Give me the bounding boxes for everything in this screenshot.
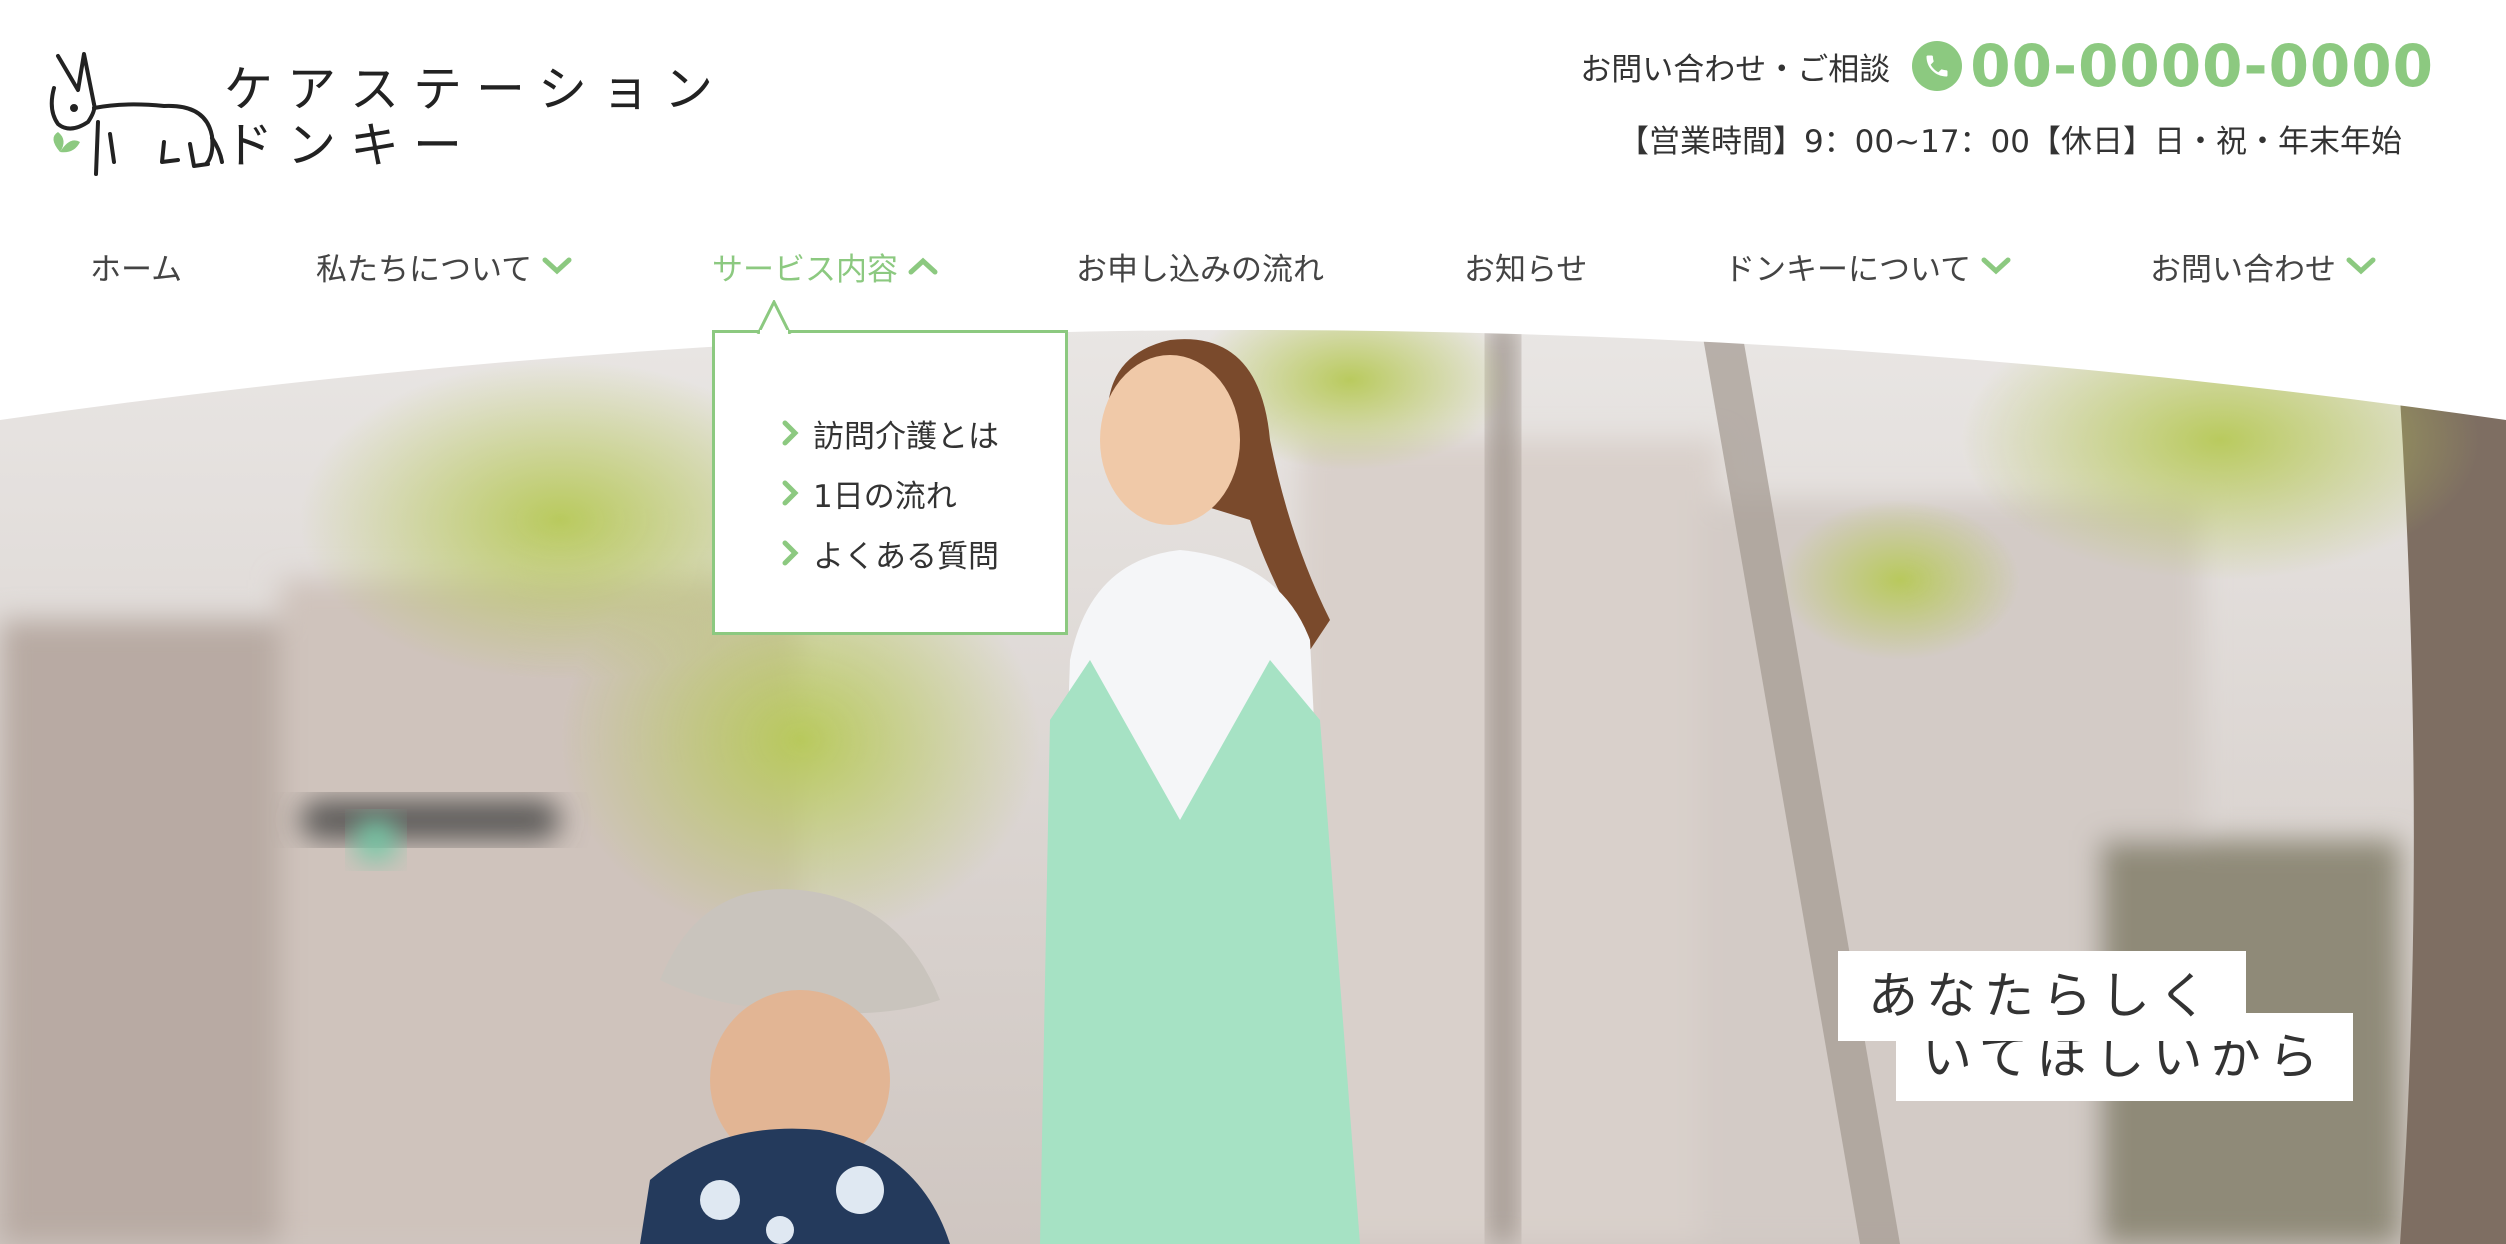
nav-item-label: お知らせ — [1464, 251, 1588, 288]
dropdown-caret — [756, 300, 792, 334]
logo-text-line2: ドンキー — [224, 117, 477, 174]
contact-row: お問い合わせ・ご相談 00-0000-0000 — [1580, 32, 2434, 100]
phone-handset-icon — [1926, 55, 1948, 77]
nav-item-application-flow[interactable]: お申し込みの流れ — [1076, 238, 1324, 294]
nav-item-label: お申し込みの流れ — [1076, 251, 1324, 288]
chevron-down-icon — [2346, 257, 2376, 275]
nav-item-about-us[interactable]: 私たちについて — [316, 238, 572, 294]
dropdown-item-label: よくある質問 — [813, 538, 999, 575]
nav-item-label: 私たちについて — [316, 251, 533, 288]
dropdown-item-home-care[interactable]: 訪問介護とは — [781, 403, 999, 463]
dropdown-item-daily-flow[interactable]: 1日の流れ — [781, 463, 999, 523]
business-hours: 【営業時間】9：00~17：00【休日】日・祝・年末年始 — [1617, 124, 2402, 160]
nav-item-home[interactable]: ホーム — [90, 238, 182, 294]
nav-item-services[interactable]: サービス内容 — [712, 238, 938, 294]
main-nav: ホーム 私たちについて サービス内容 お申し込みの流れ お知らせ ドンキーについ… — [0, 238, 2506, 294]
logo-text-line1: ケアステーション — [224, 61, 728, 118]
nav-item-news[interactable]: お知らせ — [1464, 238, 1587, 294]
nav-item-contact[interactable]: お問い合わせ — [2150, 238, 2376, 294]
dropdown-list: 訪問介護とは 1日の流れ よくある質問 — [781, 403, 999, 583]
chevron-up-icon — [908, 257, 938, 275]
contact-label: お問い合わせ・ご相談 — [1580, 51, 1891, 88]
dropdown-item-faq[interactable]: よくある質問 — [781, 523, 999, 583]
donkey-logo-icon — [49, 52, 224, 176]
dropdown-item-label: 1日の流れ — [813, 478, 957, 515]
chevron-right-icon — [782, 480, 799, 506]
nav-item-label: サービス内容 — [712, 251, 898, 288]
site-logo[interactable]: ケアステーション ドンキー — [44, 38, 713, 183]
phone-number-link[interactable]: 00-0000-0000 — [1970, 32, 2434, 100]
chevron-right-icon — [782, 420, 799, 446]
chevron-right-icon — [782, 540, 799, 566]
nav-item-label: ホーム — [90, 251, 183, 288]
chevron-down-icon — [542, 257, 572, 275]
hero-catch-line1: あなたらしく — [1838, 951, 2246, 1041]
dropdown-item-label: 訪問介護とは — [813, 418, 999, 455]
hero-section — [0, 320, 2506, 1244]
nav-item-label: ドンキーについて — [1724, 251, 1972, 288]
nav-item-label: お問い合わせ — [2150, 251, 2336, 288]
hero-photo — [0, 320, 2506, 1244]
chevron-down-icon — [1981, 257, 2011, 275]
phone-icon[interactable] — [1912, 41, 1963, 91]
services-dropdown-menu: 訪問介護とは 1日の流れ よくある質問 — [712, 330, 1068, 635]
logo-text: ケアステーション ドンキー — [224, 62, 727, 174]
nav-item-about-donkey[interactable]: ドンキーについて — [1724, 238, 2011, 294]
hero-top-curve — [0, 320, 2506, 420]
